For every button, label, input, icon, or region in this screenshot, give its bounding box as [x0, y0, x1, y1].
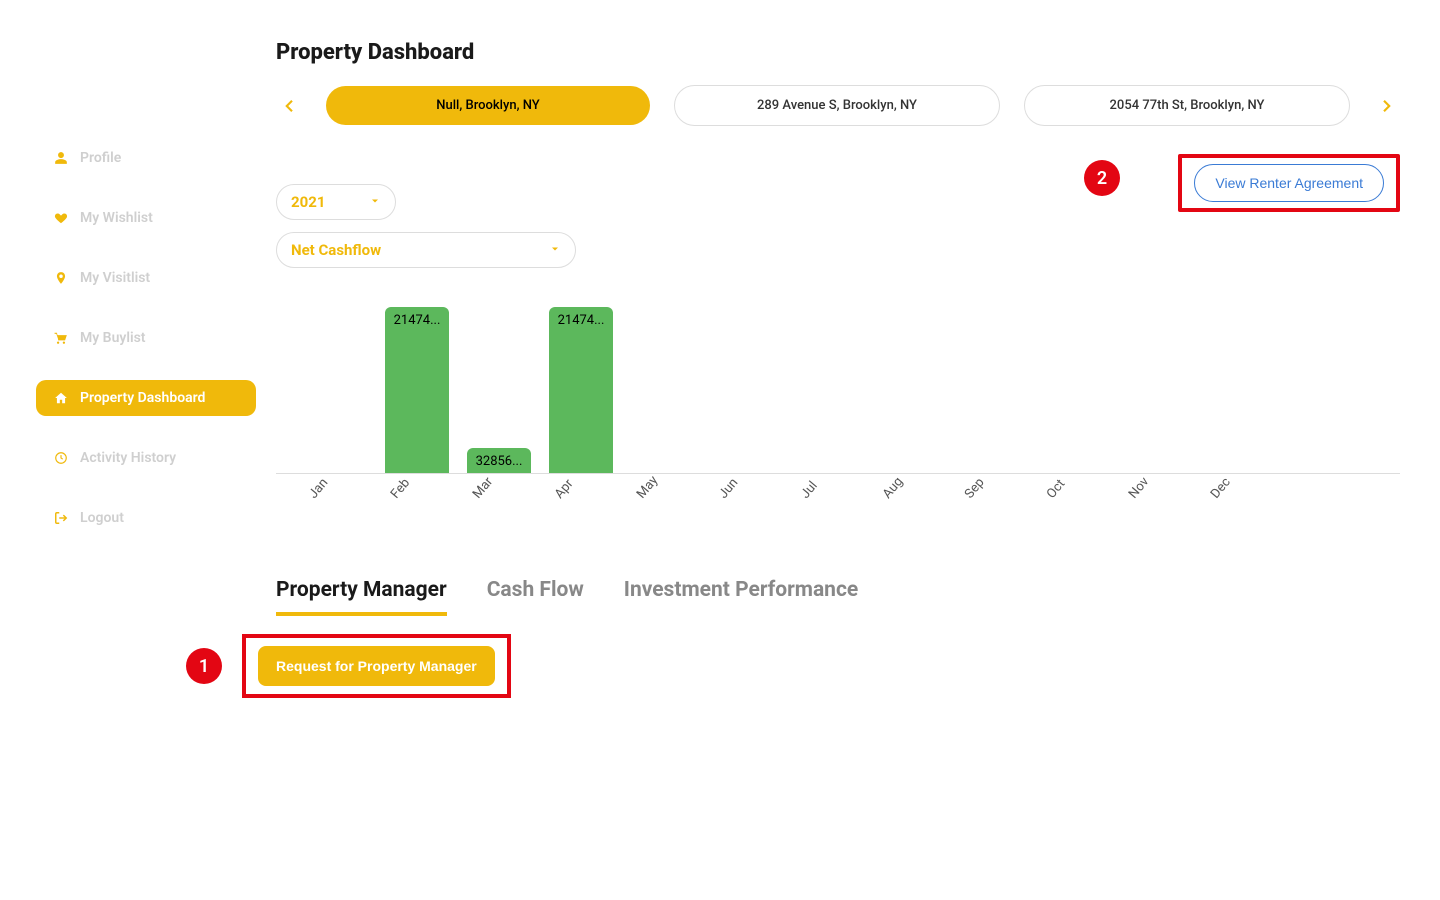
sidebar: Profile My Wishlist My Visitlist My Buyl… [36, 40, 256, 698]
chart-bar-slot: 32856... [458, 294, 540, 473]
sidebar-item-label: Activity History [80, 450, 176, 466]
chart-x-tick: May [622, 492, 704, 528]
chart-x-tick: Dec [1196, 492, 1278, 528]
sidebar-item-property-dashboard[interactable]: Property Dashboard [36, 380, 256, 416]
pin-icon [52, 271, 70, 285]
chevron-down-icon [549, 241, 561, 259]
chart-bar[interactable]: 21474... [385, 307, 449, 473]
home-icon [52, 391, 70, 405]
property-pill[interactable]: 289 Avenue S, Brooklyn, NY [674, 85, 1000, 126]
sidebar-item-profile[interactable]: Profile [36, 140, 256, 176]
tab-property-manager[interactable]: Property Manager [276, 578, 447, 616]
sidebar-item-label: Profile [80, 150, 121, 166]
sidebar-item-activity-history[interactable]: Activity History [36, 440, 256, 476]
sidebar-item-label: Logout [80, 510, 124, 526]
sidebar-item-label: Property Dashboard [80, 390, 205, 406]
chart-bar[interactable]: 32856... [467, 448, 531, 473]
chart-bar-slot [868, 294, 950, 473]
property-selector-row: Null, Brooklyn, NY 289 Avenue S, Brookly… [276, 85, 1400, 126]
property-pill[interactable]: 2054 77th St, Brooklyn, NY [1024, 85, 1350, 126]
chevron-right-icon [1378, 93, 1396, 119]
clock-icon [52, 451, 70, 465]
chart-x-tick: Jul [786, 492, 868, 528]
chart-x-tick: Nov [1114, 492, 1196, 528]
main-content: Property Dashboard Null, Brooklyn, NY 28… [256, 40, 1400, 698]
chevron-left-icon [280, 93, 298, 119]
sidebar-item-label: My Wishlist [80, 210, 153, 226]
property-prev-button[interactable] [276, 89, 302, 123]
chart-bar-slot [1114, 294, 1196, 473]
cashflow-chart: 21474... 32856... 21474... JanFebMarAprMay… [276, 294, 1400, 528]
request-row: 1 Request for Property Manager [186, 634, 1400, 698]
tab-cash-flow[interactable]: Cash Flow [487, 578, 584, 616]
chart-bar-slot [950, 294, 1032, 473]
chart-bar-slot [1196, 294, 1278, 473]
sidebar-item-logout[interactable]: Logout [36, 500, 256, 536]
chart-bar[interactable]: 21474... [549, 307, 613, 473]
tab-investment-performance[interactable]: Investment Performance [624, 578, 858, 616]
metric-select[interactable]: Net Cashflow [276, 232, 576, 268]
chart-x-tick: Mar [458, 492, 540, 528]
chart-bar-slot [294, 294, 376, 473]
property-pill[interactable]: Null, Brooklyn, NY [326, 86, 650, 125]
callout-highlight-2: View Renter Agreement [1178, 154, 1400, 212]
chart-bar-slot [622, 294, 704, 473]
sidebar-item-buylist[interactable]: My Buylist [36, 320, 256, 356]
chart-x-tick: Jan [294, 492, 376, 528]
callout-badge-1: 1 [186, 648, 222, 684]
chart-bar-label: 32856... [467, 454, 531, 469]
chart-x-tick: Feb [376, 492, 458, 528]
user-icon [52, 151, 70, 165]
agreement-row: 2 View Renter Agreement [276, 154, 1400, 212]
tab-bar: Property Manager Cash Flow Investment Pe… [276, 578, 1400, 616]
view-renter-agreement-button[interactable]: View Renter Agreement [1194, 164, 1384, 202]
chart-x-tick: Aug [868, 492, 950, 528]
cart-icon [52, 331, 70, 345]
page-title: Property Dashboard [276, 40, 1400, 65]
callout-badge-2: 2 [1084, 160, 1120, 196]
chart-bar-label: 21474... [549, 313, 613, 328]
sidebar-item-label: My Visitlist [80, 270, 150, 286]
logout-icon [52, 511, 70, 525]
metric-select-value: Net Cashflow [291, 241, 381, 259]
chart-bar-slot [704, 294, 786, 473]
chart-x-tick: Sep [950, 492, 1032, 528]
chart-bar-slot [786, 294, 868, 473]
request-property-manager-button[interactable]: Request for Property Manager [258, 646, 495, 686]
chart-bar-label: 21474... [385, 313, 449, 328]
heart-icon [52, 211, 70, 225]
chart-x-tick: Apr [540, 492, 622, 528]
chart-x-tick: Jun [704, 492, 786, 528]
sidebar-item-wishlist[interactable]: My Wishlist [36, 200, 256, 236]
chart-x-tick: Oct [1032, 492, 1114, 528]
sidebar-item-visitlist[interactable]: My Visitlist [36, 260, 256, 296]
chart-bar-slot: 21474... [540, 294, 622, 473]
callout-highlight-1: Request for Property Manager [242, 634, 511, 698]
sidebar-item-label: My Buylist [80, 330, 146, 346]
property-next-button[interactable] [1374, 89, 1400, 123]
chart-bar-slot: 21474... [376, 294, 458, 473]
chart-bar-slot [1032, 294, 1114, 473]
